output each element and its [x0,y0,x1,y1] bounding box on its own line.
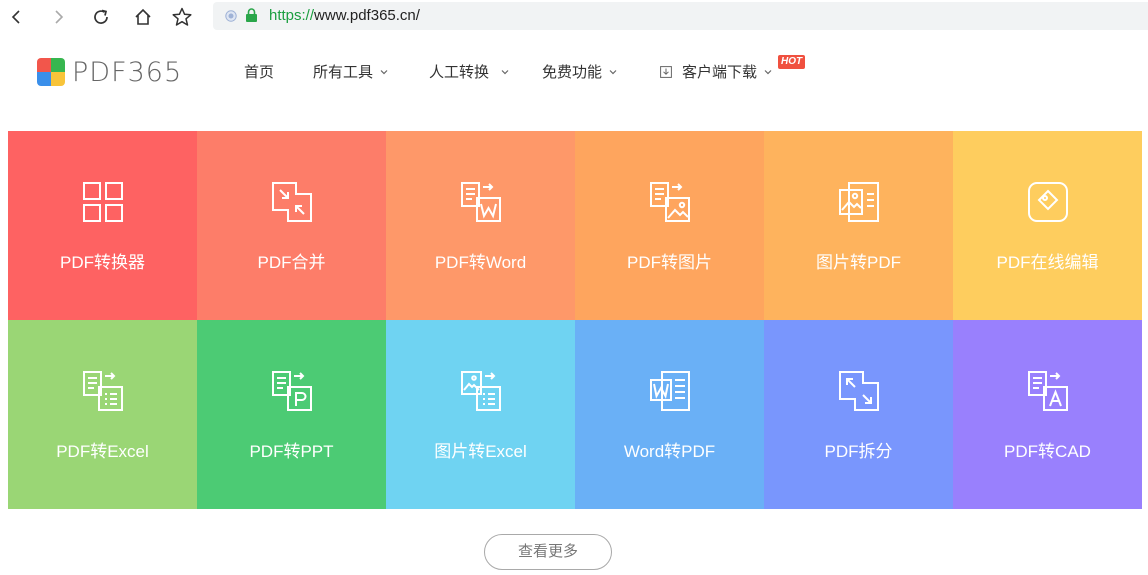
url-host: www.pdf365.cn/ [314,7,420,24]
grid-icon [83,182,123,222]
tile-label: PDF转PPT [249,442,334,461]
nav-item-all-tools[interactable]: 所有工具 [313,61,388,82]
browser-toolbar: https://www.pdf365.cn/ [0,0,1148,34]
url-text: https://www.pdf365.cn/ [269,7,420,24]
tile-label: PDF转图片 [627,253,712,272]
pdf-to-cad-icon [1028,371,1068,411]
chevron-down-icon [501,69,509,74]
tile-pdf-converter[interactable]: PDF转换器 [8,131,197,320]
tool-grid: PDF转换器 PDF合并 PDF转Word PDF转图片 图片转PDF PDF在… [8,131,1142,509]
site-info-icon[interactable] [225,10,237,22]
nav-item-client-download[interactable]: 客户端下载 [660,61,772,82]
nav-item-free-features[interactable]: 免费功能 [542,61,617,82]
logo-mark-icon [37,58,65,86]
tile-label: PDF转CAD [1004,442,1091,461]
pdf-to-image-icon [650,182,690,222]
forward-icon[interactable] [46,4,72,30]
tile-label: PDF在线编辑 [996,253,1099,272]
tile-pdf-merge[interactable]: PDF合并 [197,131,386,320]
chevron-down-icon [380,69,388,74]
tile-label: PDF转Word [434,253,527,272]
tile-image-to-excel[interactable]: 图片转Excel [386,320,575,509]
chevron-down-icon [764,69,772,74]
bookmark-star-icon[interactable] [169,4,195,30]
tile-label: 图片转Excel [434,442,527,461]
tile-pdf-split[interactable]: PDF拆分 [764,320,953,509]
tile-label: PDF转换器 [60,253,145,272]
back-icon[interactable] [3,4,29,30]
split-icon [839,371,879,411]
tile-pdf-to-excel[interactable]: PDF转Excel [8,320,197,509]
url-scheme: https:// [269,7,315,24]
tile-image-to-pdf[interactable]: 图片转PDF [764,131,953,320]
address-bar[interactable]: https://www.pdf365.cn/ [213,2,1148,30]
logo[interactable]: PDF365 [37,56,182,88]
pdf-to-ppt-icon [272,371,312,411]
image-to-excel-icon [461,371,501,411]
tile-pdf-to-ppt[interactable]: PDF转PPT [197,320,386,509]
home-icon[interactable] [130,4,156,30]
tile-label: PDF合并 [257,253,326,272]
tile-label: Word转PDF [623,442,716,461]
pdf-to-word-icon [461,182,501,222]
download-icon [660,65,672,78]
tile-pdf-to-cad[interactable]: PDF转CAD [953,320,1142,509]
lock-icon [246,8,257,22]
nav-item-label: 人工转换 [429,64,490,81]
tile-label: PDF转Excel [56,442,149,461]
edit-icon [1028,182,1068,222]
logo-text: PDF365 [72,56,183,88]
pdf-to-excel-icon [83,371,123,411]
nav-item-label: 首页 [244,64,275,81]
view-more-button[interactable]: 查看更多 [484,534,612,570]
tile-pdf-to-word[interactable]: PDF转Word [386,131,575,320]
reload-icon[interactable] [88,4,114,30]
tile-label: PDF拆分 [824,442,893,461]
chevron-down-icon [609,69,617,74]
tile-label: 图片转PDF [816,253,901,272]
image-to-pdf-icon [839,182,879,222]
nav-item-manual-conversion[interactable]: 人工转换 [429,61,509,82]
merge-icon [272,182,312,222]
tile-word-to-pdf[interactable]: Word转PDF [575,320,764,509]
tile-pdf-online-edit[interactable]: PDF在线编辑 [953,131,1142,320]
nav-item-label: 所有工具 [313,64,374,81]
site-header: PDF365 首页 所有工具 人工转换 免费功能 客户端下载 HOT [0,34,1148,130]
nav-item-label: 客户端下载 [682,64,758,81]
word-to-pdf-icon [650,371,690,411]
hot-badge: HOT [778,55,806,69]
nav-item-home[interactable]: 首页 [244,61,274,82]
nav-item-label: 免费功能 [542,64,603,81]
tile-pdf-to-image[interactable]: PDF转图片 [575,131,764,320]
